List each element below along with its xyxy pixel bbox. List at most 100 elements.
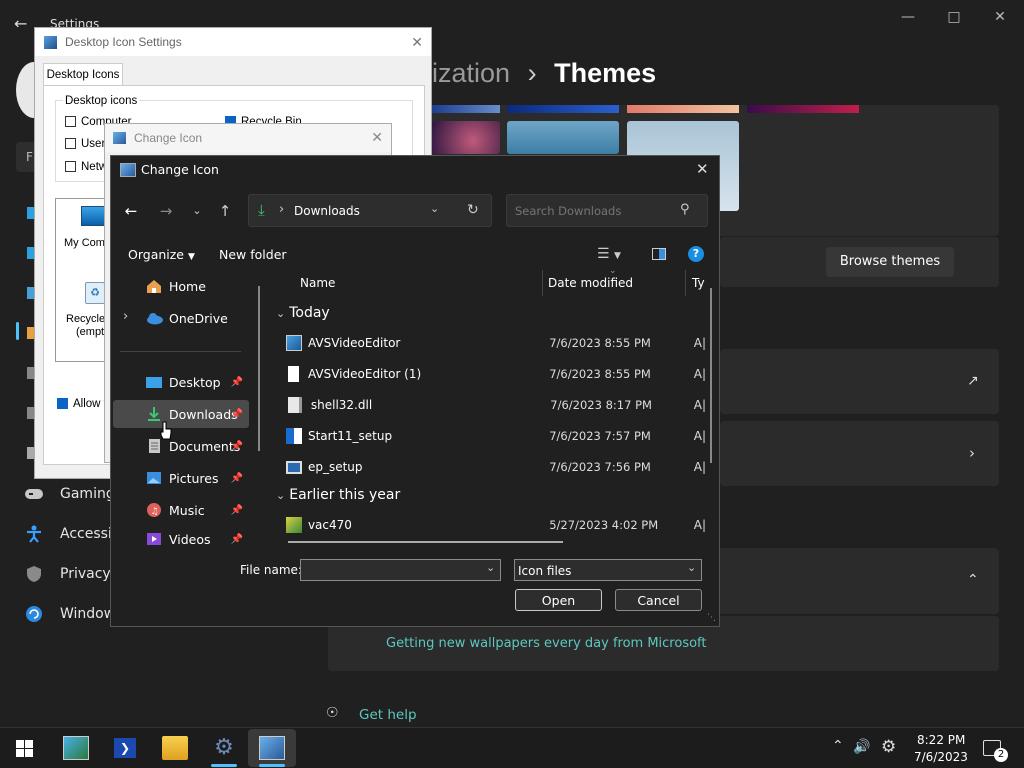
- up-arrow-icon[interactable]: ↑: [214, 200, 236, 222]
- checkbox-allow-themes[interactable]: Allow t: [57, 398, 107, 410]
- file-explorer-taskbar-icon[interactable]: [162, 736, 188, 760]
- clock-date[interactable]: 7/6/2023: [914, 750, 968, 764]
- checkbox-network[interactable]: Netw: [65, 161, 107, 173]
- open-button[interactable]: Open: [515, 589, 602, 611]
- vertical-scrollbar[interactable]: [710, 288, 712, 463]
- nav-item-windows-update[interactable]: Window: [22, 601, 115, 627]
- nav-documents[interactable]: Documents 📌: [111, 432, 249, 460]
- maximize-button[interactable]: □: [943, 6, 965, 28]
- search-box-fragment[interactable]: F: [16, 142, 36, 172]
- refresh-icon[interactable]: ↻: [467, 202, 479, 218]
- column-header-name[interactable]: Name: [300, 276, 335, 290]
- group-header-earlier[interactable]: ⌄ Earlier this year: [276, 487, 400, 503]
- nav-onedrive[interactable]: › OneDrive: [111, 304, 249, 332]
- desktop-icon-settings-titlebar[interactable]: Desktop Icon Settings ✕: [35, 28, 431, 56]
- view-options-button[interactable]: ☰ ▼: [597, 246, 621, 262]
- breadcrumb-parent[interactable]: ization: [432, 58, 510, 88]
- settings-taskbar-icon[interactable]: ⚙: [211, 736, 237, 760]
- back-arrow-icon[interactable]: ←: [14, 14, 27, 33]
- nav-downloads-label: Downloads: [169, 406, 238, 422]
- theme-thumb-3[interactable]: [627, 105, 739, 113]
- get-help-link[interactable]: Get help: [359, 707, 417, 723]
- nav-pictures[interactable]: Pictures 📌: [111, 464, 249, 492]
- chevron-right-icon[interactable]: ›: [123, 309, 128, 324]
- close-icon[interactable]: ✕: [371, 130, 383, 146]
- chevron-up-icon[interactable]: ⌃: [967, 572, 979, 588]
- change-icon-back-title: Change Icon: [134, 131, 203, 145]
- group-header-today[interactable]: ⌄ Today: [276, 305, 330, 321]
- file-row[interactable]: AVSVideoEditor 7/6/2023 8:55 PM A|: [286, 329, 706, 357]
- forward-arrow-icon[interactable]: →: [155, 200, 177, 222]
- clock-time[interactable]: 8:22 PM: [917, 733, 965, 747]
- theme-thumb-4[interactable]: [747, 105, 859, 113]
- file-type-value: Icon files: [518, 564, 572, 578]
- cancel-button[interactable]: Cancel: [615, 589, 702, 611]
- theme-thumb-1[interactable]: [432, 105, 500, 113]
- nav-home[interactable]: Home: [111, 272, 249, 300]
- video-icon: [147, 533, 161, 545]
- chevron-down-icon[interactable]: ⌄: [486, 561, 495, 574]
- nav-item-privacy[interactable]: Privacy c: [22, 561, 123, 587]
- file-row[interactable]: Start11_setup 7/6/2023 7:57 PM A|: [286, 422, 706, 450]
- organize-button[interactable]: Organize ▼: [128, 247, 195, 262]
- column-divider: [685, 270, 686, 296]
- file-row[interactable]: AVSVideoEditor (1) 7/6/2023 8:55 PM A|: [286, 360, 706, 388]
- nav-icon-fragment: [27, 207, 34, 219]
- installer-icon: [286, 335, 302, 351]
- file-name-input[interactable]: [305, 562, 479, 580]
- tab-desktop-icons[interactable]: Desktop Icons: [43, 63, 123, 86]
- nav-item-gaming[interactable]: Gaming: [22, 481, 115, 507]
- back-arrow-icon[interactable]: ←: [120, 200, 142, 222]
- gear-icon[interactable]: ⚙: [881, 737, 896, 757]
- resize-grip-icon[interactable]: ⋱: [707, 613, 716, 623]
- help-icon[interactable]: ?: [688, 246, 704, 262]
- chevron-right-icon[interactable]: ›: [969, 444, 975, 462]
- file-name-combobox[interactable]: ⌄: [300, 559, 501, 581]
- external-link-icon[interactable]: ↗: [967, 373, 979, 389]
- address-text: Downloads: [294, 204, 360, 218]
- recycle-bin-icon[interactable]: ♻: [85, 282, 105, 304]
- monitor-icon[interactable]: [81, 206, 105, 226]
- nav-music[interactable]: ♫ Music 📌: [111, 496, 249, 524]
- theme-thumb-5[interactable]: [432, 121, 500, 154]
- accessibility-icon: [22, 525, 46, 543]
- close-icon[interactable]: ✕: [411, 34, 423, 51]
- search-input[interactable]: [513, 201, 677, 221]
- wallpaper-link[interactable]: Getting new wallpapers every day from Mi…: [386, 636, 707, 651]
- theme-thumb-6[interactable]: [507, 121, 619, 154]
- address-bar[interactable]: ⤓ › Downloads ⌄ ↻: [248, 194, 492, 227]
- file-row[interactable]: vac470 5/27/2023 4:02 PM A|: [286, 511, 706, 539]
- nav-videos[interactable]: Videos 📌: [111, 528, 249, 550]
- file-row[interactable]: ep_setup 7/6/2023 7:56 PM A|: [286, 453, 706, 481]
- close-icon[interactable]: ✕: [696, 160, 709, 178]
- powershell-taskbar-icon[interactable]: ❯: [114, 738, 136, 758]
- desktop-icons-taskbar-icon[interactable]: [259, 736, 285, 760]
- file-row[interactable]: shell32.dll 7/6/2023 8:17 PM A|: [286, 391, 706, 419]
- checkbox-user[interactable]: User: [65, 138, 105, 150]
- horizontal-scrollbar[interactable]: [288, 541, 563, 543]
- nav-pane-scrollbar[interactable]: [258, 286, 260, 451]
- browse-themes-button[interactable]: Browse themes: [826, 247, 954, 277]
- nav-downloads[interactable]: Downloads 📌: [113, 400, 249, 428]
- minimize-button[interactable]: —: [897, 6, 919, 28]
- nav-desktop[interactable]: Desktop 📌: [111, 368, 249, 396]
- theme-thumb-2[interactable]: [507, 105, 619, 113]
- search-icon[interactable]: ⚲: [680, 202, 690, 217]
- new-folder-button[interactable]: New folder: [219, 247, 287, 262]
- start-button[interactable]: [16, 740, 33, 757]
- close-button[interactable]: ✕: [989, 6, 1011, 28]
- change-icon-app-icon: [113, 132, 126, 144]
- chevron-up-icon[interactable]: ⌃: [832, 738, 844, 754]
- nav-item-accessibility[interactable]: Accessib: [22, 521, 121, 547]
- column-header-type[interactable]: Ty: [692, 276, 705, 290]
- change-icon-back-titlebar[interactable]: Change Icon ✕: [105, 124, 391, 152]
- column-header-date[interactable]: Date modified: [548, 276, 633, 290]
- pin-icon: 📌: [230, 472, 243, 484]
- preview-pane-icon[interactable]: [652, 248, 666, 260]
- volume-icon[interactable]: 🔊: [853, 739, 870, 755]
- file-type-select[interactable]: Icon files ⌄: [514, 559, 702, 581]
- chevron-down-icon[interactable]: ⌄: [186, 200, 208, 222]
- control-panel-taskbar-icon[interactable]: [63, 736, 89, 760]
- chevron-down-icon[interactable]: ⌄: [430, 202, 439, 215]
- search-box[interactable]: ⚲: [506, 194, 708, 227]
